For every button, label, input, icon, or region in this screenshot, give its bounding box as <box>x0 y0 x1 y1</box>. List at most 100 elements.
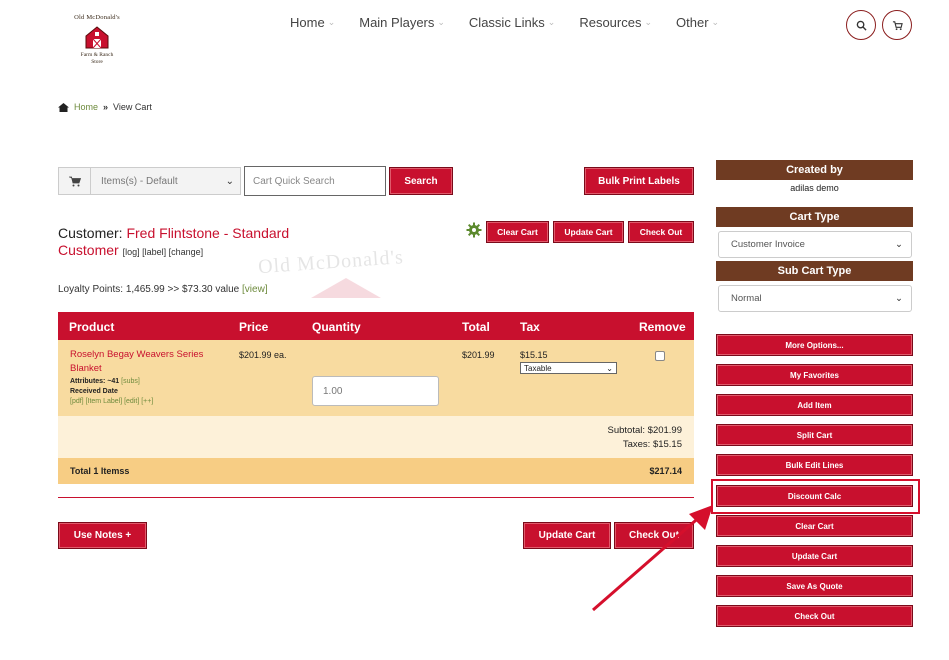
chevron-down-icon: ⌄ <box>437 17 445 27</box>
nav-item-classic-links[interactable]: Classic Links ⌄ <box>469 15 555 30</box>
nav-item-resources[interactable]: Resources ⌄ <box>579 15 652 30</box>
breadcrumb: Home » View Cart <box>58 102 152 112</box>
chevron-down-icon: ⌄ <box>547 17 556 27</box>
nav-item-main-players[interactable]: Main Players ⌄ <box>359 15 445 30</box>
remove-checkbox[interactable] <box>655 351 665 361</box>
col-remove: Remove <box>639 320 686 334</box>
barn-watermark-icon <box>311 278 381 298</box>
clear-cart-side-button[interactable]: Clear Cart <box>716 515 913 537</box>
divider <box>58 497 694 498</box>
tax-option: Taxable <box>524 363 552 373</box>
chevron-down-icon: ⌄ <box>644 17 653 27</box>
table-header: Product Price Quantity Total Tax Remove <box>58 312 694 340</box>
nav-item-home[interactable]: Home ⌄ <box>290 15 335 30</box>
cart-type-select[interactable]: Customer Invoice ⌄ <box>718 231 912 258</box>
update-cart-side-button[interactable]: Update Cart <box>716 545 913 567</box>
sub-cart-type-header: Sub Cart Type <box>716 261 913 281</box>
breadcrumb-home-link[interactable]: Home <box>74 102 98 112</box>
quantity-value: 1.00 <box>323 385 343 397</box>
check-out-side-button[interactable]: Check Out <box>716 605 913 627</box>
update-cart-button[interactable]: Update Cart <box>553 221 624 243</box>
page: Old McDonald's Farm & Ranch Store Home ⌄ … <box>0 0 949 660</box>
col-tax: Tax <box>520 320 540 334</box>
loyalty-text: Loyalty Points: 1,465.99 >> $73.30 value <box>58 284 240 295</box>
nav-label: Home <box>290 15 325 30</box>
customer-info: Customer: Fred Flintstone - Standard Cus… <box>58 225 328 261</box>
cart-select[interactable]: Items(s) - Default ⌄ <box>91 168 240 194</box>
item-total: $201.99 <box>462 350 495 360</box>
my-favorites-button[interactable]: My Favorites <box>716 364 913 386</box>
created-by-header: Created by <box>716 160 913 180</box>
item-price: $201.99 ea. <box>239 350 287 360</box>
cart-type-value: Customer Invoice <box>731 239 805 250</box>
add-item-button[interactable]: Add Item <box>716 394 913 416</box>
clear-cart-button[interactable]: Clear Cart <box>486 221 549 243</box>
chevron-down-icon: ⌄ <box>895 293 903 304</box>
gear-icon[interactable] <box>466 222 482 238</box>
attributes-text: Attributes: ~41 <box>70 378 120 385</box>
cart-icon <box>59 168 91 194</box>
search-icon <box>856 20 867 31</box>
total-value: $217.14 <box>649 466 682 476</box>
col-quantity: Quantity <box>312 320 361 334</box>
cart-quick-search-input[interactable]: Cart Quick Search <box>244 166 386 196</box>
header-cart-button[interactable] <box>882 10 912 40</box>
col-product: Product <box>69 320 115 334</box>
logo-bottom-text: Farm & Ranch Store <box>62 52 132 66</box>
loyalty-view-link[interactable]: [view] <box>242 284 268 295</box>
created-by-value: adilas demo <box>790 183 839 193</box>
bulk-print-labels-button[interactable]: Bulk Print Labels <box>584 167 694 195</box>
subtotal-section: Subtotal: $201.99 Taxes: $15.15 <box>58 416 694 458</box>
col-price: Price <box>239 320 269 334</box>
split-cart-button[interactable]: Split Cart <box>716 424 913 446</box>
logo-bottom-line1: Farm & Ranch <box>80 52 114 58</box>
product-name-link[interactable]: Roselyn Begay Weavers Series Blanket <box>70 348 220 376</box>
cart-icon <box>892 20 903 30</box>
subtotal-value: Subtotal: $201.99 <box>607 425 682 436</box>
item-links[interactable]: [pdf] [Item Label] [edit] [++] <box>70 397 153 407</box>
nav-label: Classic Links <box>468 15 545 30</box>
customer-label: Customer: <box>58 225 123 241</box>
cart-type-header: Cart Type <box>716 207 913 227</box>
logo-top-text: Old McDonald's <box>74 14 120 21</box>
bulk-edit-lines-button[interactable]: Bulk Edit Lines <box>716 454 913 476</box>
col-total: Total <box>462 320 490 334</box>
more-options-button[interactable]: More Options... <box>716 334 913 356</box>
chevron-down-icon: ⌄ <box>225 175 234 187</box>
check-out-button[interactable]: Check Out <box>628 221 694 243</box>
chevron-down-icon: ⌄ <box>711 17 720 27</box>
use-notes-button[interactable]: Use Notes + <box>58 522 147 549</box>
customer-links[interactable]: [log] [label] [change] <box>123 247 204 257</box>
nav-label: Other <box>676 15 709 30</box>
subs-link[interactable]: [subs] <box>121 378 140 385</box>
breadcrumb-current: View Cart <box>113 102 152 112</box>
tax-amount: $15.15 <box>520 350 548 360</box>
received-date: Received Date <box>70 388 118 395</box>
nav-item-other[interactable]: Other ⌄ <box>676 15 719 30</box>
tax-select[interactable]: Taxable ⌄ <box>520 362 617 374</box>
breadcrumb-separator: » <box>103 102 109 112</box>
product-attributes: Attributes: ~41 [subs] Received Date [pd… <box>70 377 153 407</box>
main-nav: Home ⌄ Main Players ⌄ Classic Links ⌄ Resou… <box>290 15 743 30</box>
home-icon[interactable] <box>58 102 69 112</box>
total-label: Total 1 Itemss <box>70 466 130 476</box>
quantity-input[interactable]: 1.00 <box>312 376 439 406</box>
sub-cart-type-select[interactable]: Normal ⌄ <box>718 285 912 312</box>
chevron-down-icon: ⌄ <box>606 363 613 373</box>
barn-logo-icon <box>85 26 109 49</box>
chevron-down-icon: ⌄ <box>327 17 336 27</box>
header-search-button[interactable] <box>846 10 876 40</box>
store-logo[interactable]: Old McDonald's Farm & Ranch Store <box>62 14 132 72</box>
search-button[interactable]: Search <box>389 167 453 195</box>
sub-cart-type-value: Normal <box>731 293 762 304</box>
loyalty-points: Loyalty Points: 1,465.99 >> $73.30 value… <box>58 284 268 295</box>
save-as-quote-button[interactable]: Save As Quote <box>716 575 913 597</box>
total-row: Total 1 Itemss $217.14 <box>58 458 694 484</box>
cart-selector[interactable]: Items(s) - Default ⌄ <box>58 167 241 195</box>
nav-label: Main Players <box>359 15 435 30</box>
arrow-annotation-icon <box>592 505 713 612</box>
cart-select-value: Items(s) - Default <box>101 175 178 187</box>
quick-search-placeholder: Cart Quick Search <box>253 175 335 187</box>
cart-table: Product Price Quantity Total Tax Remove … <box>58 312 694 484</box>
logo-bottom-line2: Store <box>91 59 103 65</box>
